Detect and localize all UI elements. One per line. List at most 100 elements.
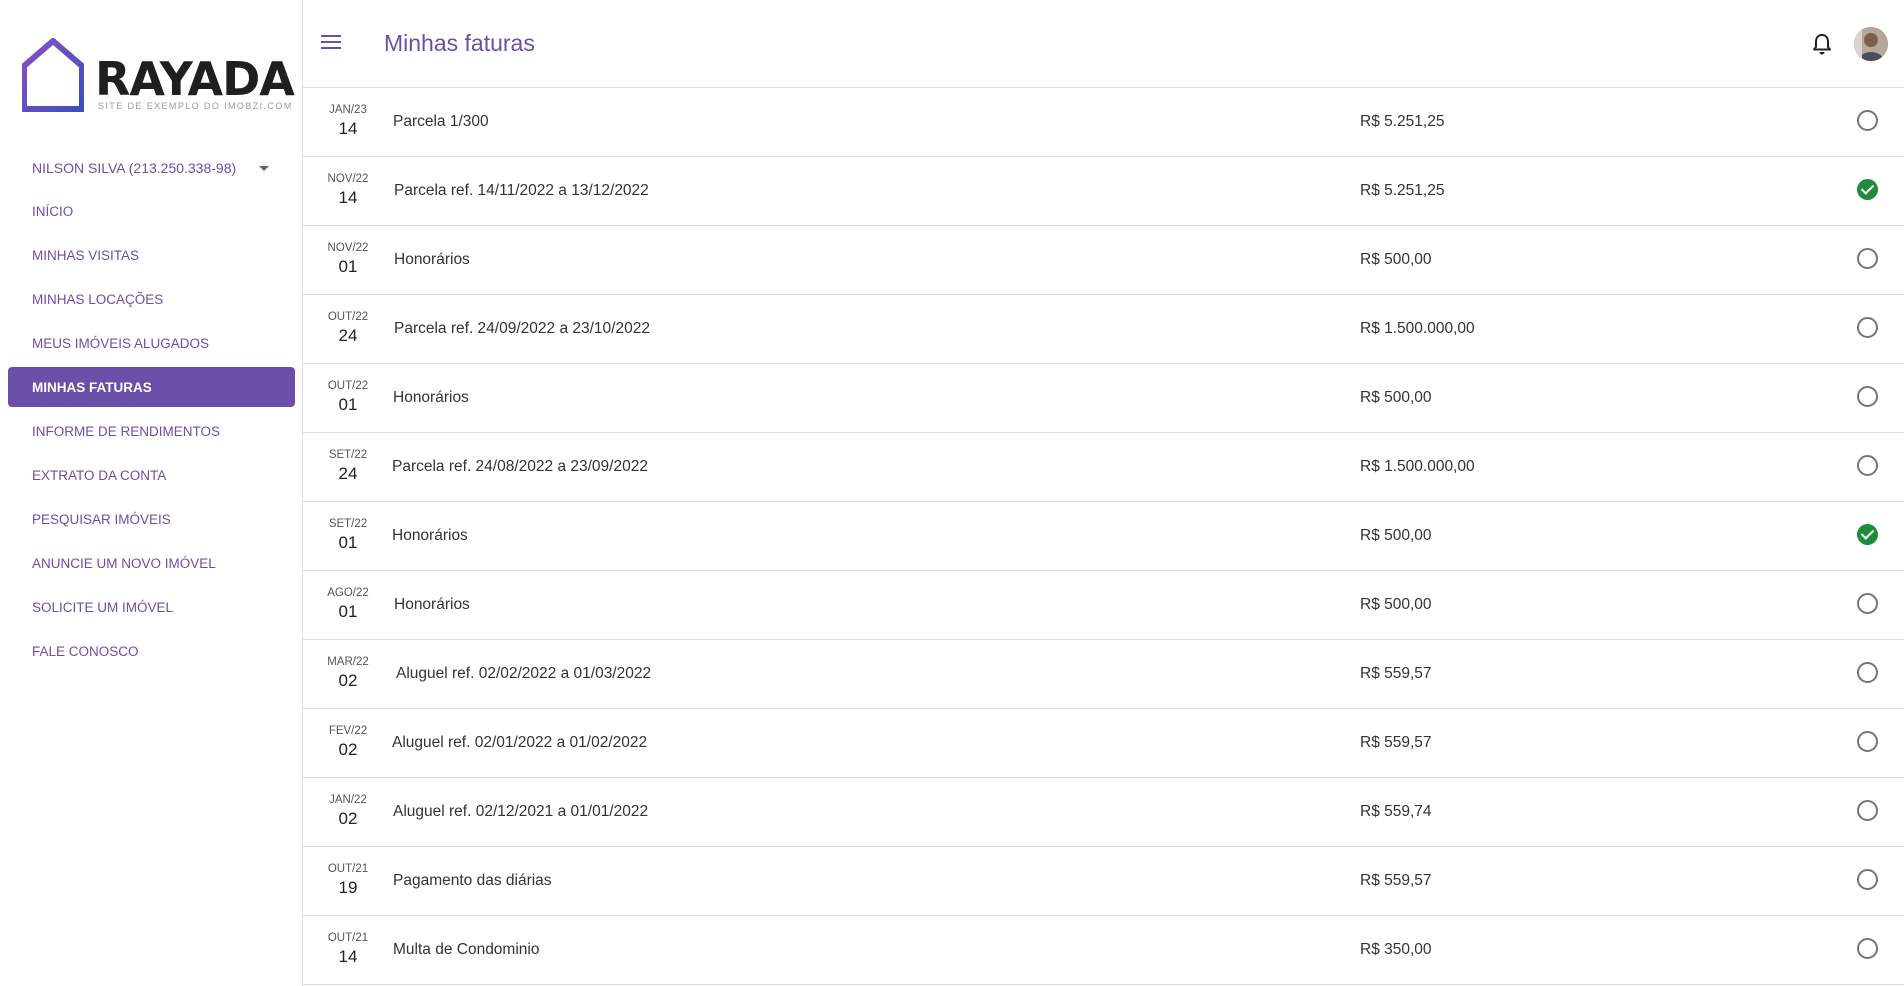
invoice-description: Parcela ref. 24/08/2022 a 23/09/2022 — [392, 458, 648, 475]
unpaid-status-icon[interactable] — [1857, 593, 1878, 614]
invoice-day: 19 — [338, 878, 358, 897]
nav-item-fale-conosco[interactable]: FALE CONOSCO — [8, 631, 295, 671]
invoice-date: OUT/21 19 — [303, 847, 393, 915]
invoice-row[interactable]: JAN/23 14 Parcela 1/300 R$ 5.251,25 — [303, 88, 1904, 157]
nav-item-informe-de-rendimentos[interactable]: INFORME DE RENDIMENTOS — [8, 411, 295, 451]
nav-item-inicio[interactable]: INÍCIO — [8, 191, 295, 231]
invoice-date: FEV/22 02 — [303, 709, 393, 777]
invoice-row[interactable]: SET/22 01 Honorários R$ 500,00 — [303, 502, 1904, 571]
invoice-day: 01 — [338, 395, 358, 414]
invoice-date: NOV/22 01 — [303, 226, 393, 294]
invoice-row[interactable]: JAN/22 02 Aluguel ref. 02/12/2021 a 01/0… — [303, 778, 1904, 847]
invoice-row[interactable]: OUT/21 14 Multa de Condominio R$ 350,00 — [303, 916, 1904, 985]
nav-item-anuncie-um-novo-imovel[interactable]: ANUNCIE UM NOVO IMÓVEL — [8, 543, 295, 583]
invoice-amount: R$ 500,00 — [1360, 251, 1432, 268]
house-logo-icon — [22, 38, 84, 112]
invoice-day: 01 — [338, 602, 358, 621]
invoice-row[interactable]: FEV/22 02 Aluguel ref. 02/01/2022 a 01/0… — [303, 709, 1904, 778]
invoice-date: AGO/22 01 — [303, 571, 393, 639]
bell-icon[interactable] — [1812, 33, 1832, 55]
invoice-amount: R$ 5.251,25 — [1360, 182, 1445, 199]
user-dropdown[interactable]: NILSON SILVA (213.250.338-98) — [32, 156, 272, 180]
unpaid-status-icon[interactable] — [1857, 386, 1878, 407]
invoice-day: 02 — [338, 740, 358, 759]
nav-item-minhas-visitas[interactable]: MINHAS VISITAS — [8, 235, 295, 275]
paid-check-icon[interactable] — [1857, 179, 1878, 200]
invoice-row[interactable]: OUT/22 01 Honorários R$ 500,00 — [303, 364, 1904, 433]
invoice-day: 24 — [338, 464, 358, 483]
invoice-month: AGO/22 — [327, 587, 369, 599]
user-name: NILSON SILVA (213.250.338-98) — [32, 160, 237, 176]
invoice-description: Honorários — [392, 527, 468, 544]
nav-item-solicite-um-imovel[interactable]: SOLICITE UM IMÓVEL — [8, 587, 295, 627]
invoice-description: Honorários — [394, 596, 470, 613]
invoice-date: OUT/21 14 — [303, 916, 393, 984]
avatar[interactable] — [1854, 27, 1888, 61]
nav-item-minhas-faturas[interactable]: MINHAS FATURAS — [8, 367, 295, 407]
invoice-date: NOV/22 14 — [303, 157, 393, 225]
invoice-amount: R$ 559,57 — [1360, 734, 1432, 751]
invoice-row[interactable]: OUT/22 24 Parcela ref. 24/09/2022 a 23/1… — [303, 295, 1904, 364]
brand-logo[interactable]: RAYADA SITE DE EXEMPLO DO IMOBZI.COM — [22, 38, 295, 114]
invoice-description: Honorários — [393, 389, 469, 406]
brand-name: RAYADA — [95, 52, 295, 106]
unpaid-status-icon[interactable] — [1857, 317, 1878, 338]
invoice-day: 01 — [338, 533, 358, 552]
invoice-description: Honorários — [394, 251, 470, 268]
invoice-day: 14 — [338, 947, 358, 966]
invoice-date: SET/22 01 — [303, 502, 393, 570]
invoice-month: OUT/21 — [327, 863, 369, 875]
invoice-description: Parcela ref. 24/09/2022 a 23/10/2022 — [394, 320, 650, 337]
page-title: Minhas faturas — [384, 30, 535, 56]
invoice-row[interactable]: NOV/22 01 Honorários R$ 500,00 — [303, 226, 1904, 295]
invoice-month: OUT/22 — [327, 380, 369, 392]
invoice-description: Aluguel ref. 02/01/2022 a 01/02/2022 — [392, 734, 648, 751]
invoice-amount: R$ 559,57 — [1360, 872, 1432, 889]
nav-item-pesquisar-imoveis[interactable]: PESQUISAR IMÓVEIS — [8, 499, 295, 539]
invoice-month: MAR/22 — [327, 656, 369, 668]
invoice-list: JAN/23 14 Parcela 1/300 R$ 5.251,25 NOV/… — [303, 88, 1904, 985]
top-bar: Minhas faturas — [303, 0, 1904, 88]
invoice-description: Pagamento das diárias — [393, 872, 552, 889]
invoice-date: SET/22 24 — [303, 433, 393, 501]
invoice-amount: R$ 1.500.000,00 — [1360, 320, 1475, 337]
unpaid-status-icon[interactable] — [1857, 731, 1878, 752]
invoice-month: NOV/22 — [327, 173, 369, 185]
nav-item-extrato-da-conta[interactable]: EXTRATO DA CONTA — [8, 455, 295, 495]
invoice-row[interactable]: NOV/22 14 Parcela ref. 14/11/2022 a 13/1… — [303, 157, 1904, 226]
invoice-date: MAR/22 02 — [303, 640, 393, 708]
invoice-row[interactable]: SET/22 24 Parcela ref. 24/08/2022 a 23/0… — [303, 433, 1904, 502]
invoice-description: Aluguel ref. 02/12/2021 a 01/01/2022 — [393, 803, 649, 820]
unpaid-status-icon[interactable] — [1857, 248, 1878, 269]
invoice-date: JAN/22 02 — [303, 778, 393, 846]
unpaid-status-icon[interactable] — [1857, 938, 1878, 959]
invoice-amount: R$ 5.251,25 — [1360, 113, 1445, 130]
invoice-date: OUT/22 01 — [303, 364, 393, 432]
invoice-amount: R$ 559,74 — [1360, 803, 1432, 820]
invoice-month: NOV/22 — [327, 242, 369, 254]
invoice-day: 02 — [338, 809, 358, 828]
nav-item-minhas-locacoes[interactable]: MINHAS LOCAÇÕES — [8, 279, 295, 319]
invoice-row[interactable]: AGO/22 01 Honorários R$ 500,00 — [303, 571, 1904, 640]
invoice-day: 01 — [338, 257, 358, 276]
menu-icon[interactable] — [321, 35, 341, 51]
invoice-row[interactable]: MAR/22 02 Aluguel ref. 02/02/2022 a 01/0… — [303, 640, 1904, 709]
invoice-amount: R$ 1.500.000,00 — [1360, 458, 1475, 475]
invoice-description: Multa de Condominio — [393, 941, 540, 958]
invoice-amount: R$ 500,00 — [1360, 527, 1432, 544]
caret-down-icon — [259, 165, 269, 171]
unpaid-status-icon[interactable] — [1857, 110, 1878, 131]
sidebar-nav: INÍCIO MINHAS VISITAS MINHAS LOCAÇÕES ME… — [8, 191, 295, 675]
invoice-day: 24 — [338, 326, 358, 345]
unpaid-status-icon[interactable] — [1857, 869, 1878, 890]
invoice-row[interactable]: OUT/21 19 Pagamento das diárias R$ 559,5… — [303, 847, 1904, 916]
invoice-month: SET/22 — [328, 449, 368, 461]
invoice-amount: R$ 350,00 — [1360, 941, 1432, 958]
invoice-description: Aluguel ref. 02/02/2022 a 01/03/2022 — [396, 665, 652, 682]
unpaid-status-icon[interactable] — [1857, 800, 1878, 821]
unpaid-status-icon[interactable] — [1857, 455, 1878, 476]
paid-check-icon[interactable] — [1857, 524, 1878, 545]
nav-item-meus-imoveis-alugados[interactable]: MEUS IMÓVEIS ALUGADOS — [8, 323, 295, 363]
unpaid-status-icon[interactable] — [1857, 662, 1878, 683]
invoice-month: OUT/22 — [327, 311, 369, 323]
